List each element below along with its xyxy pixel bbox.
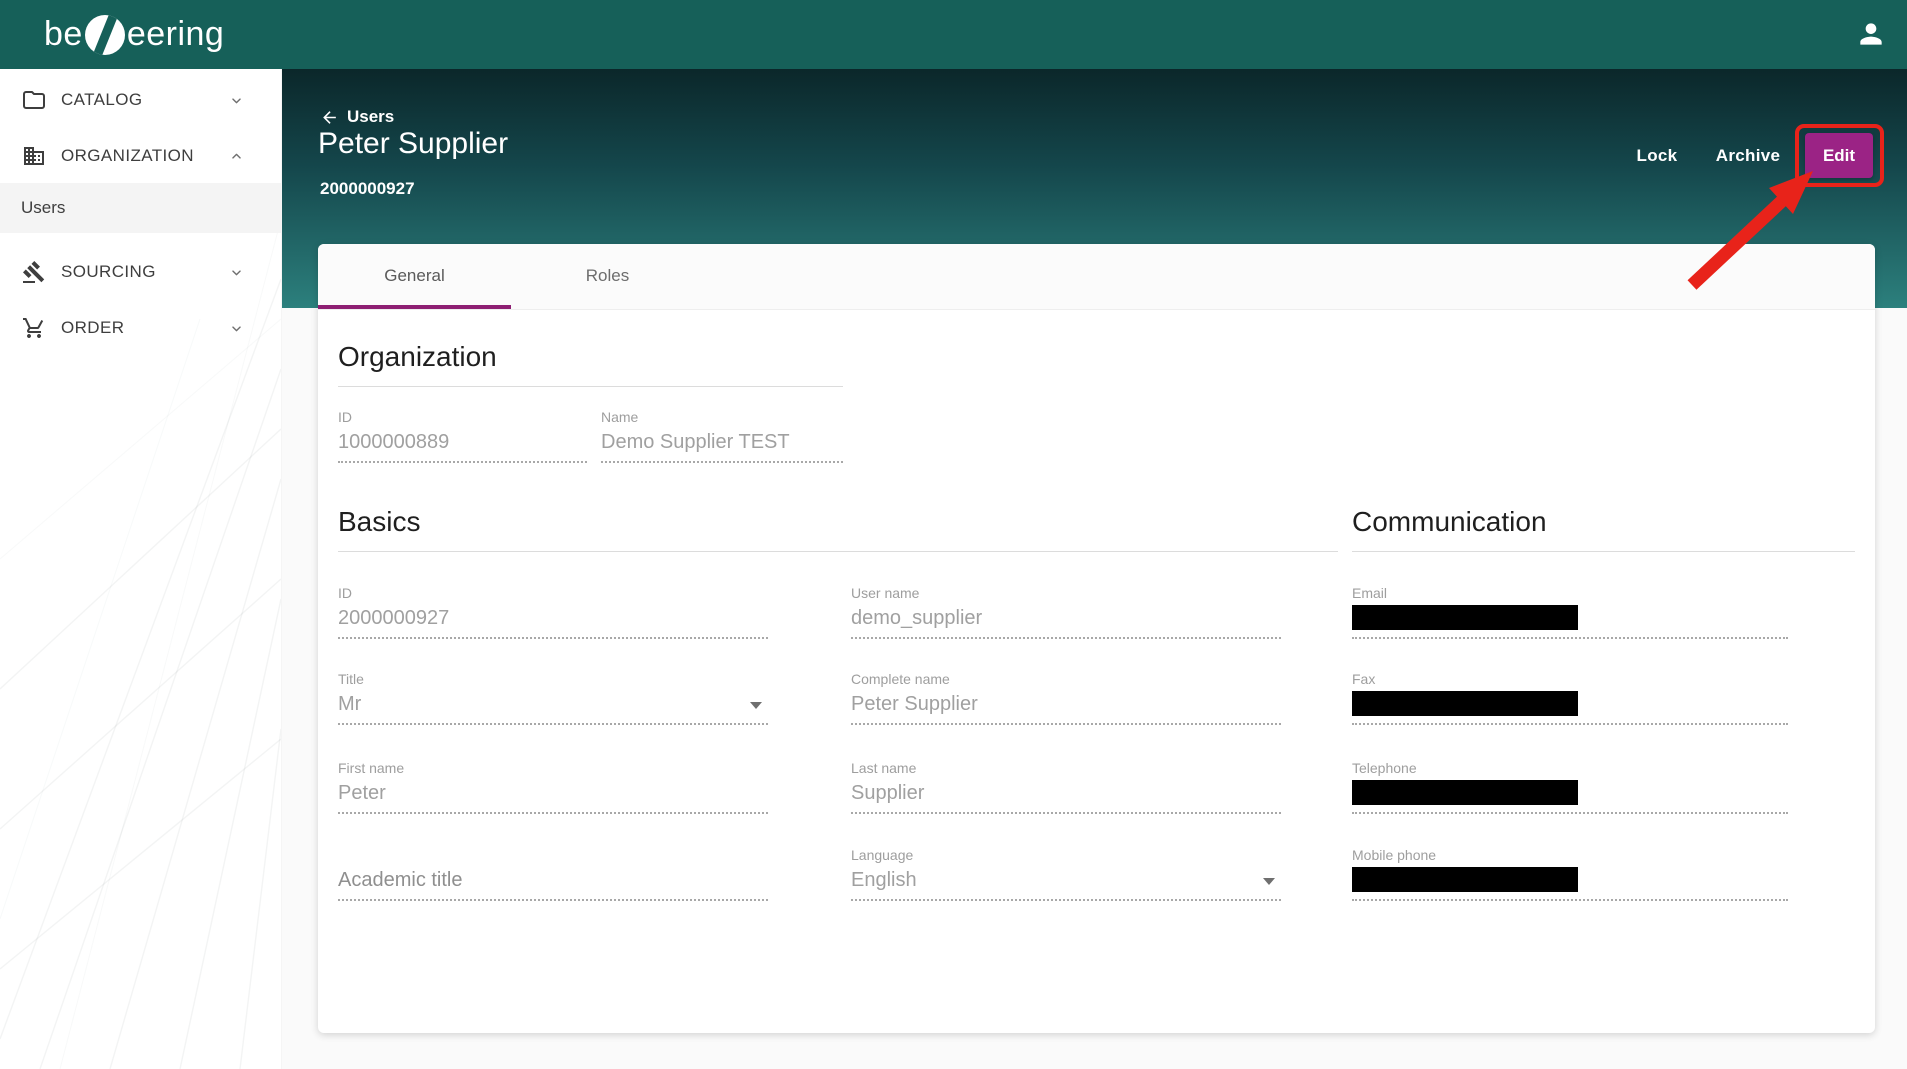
- top-app-bar: be eering: [0, 0, 1907, 69]
- field-value: [1352, 605, 1788, 639]
- user-name-field: User name demo_supplier: [851, 585, 1281, 639]
- dropdown-arrow-icon: [750, 702, 762, 709]
- field-label: Name: [601, 409, 843, 425]
- chevron-down-icon: [228, 264, 245, 281]
- field-placeholder: Academic title: [338, 867, 768, 901]
- app-window: Users Peter Supplier 2000000927 Lock Arc…: [0, 0, 1907, 1069]
- sidebar-subitem-label: Users: [21, 198, 65, 218]
- field-value: Demo Supplier TEST: [601, 429, 843, 463]
- page-title: Peter Supplier: [318, 127, 508, 161]
- redacted-value: [1352, 867, 1578, 892]
- language-select-field: Language English: [851, 847, 1281, 901]
- back-arrow-icon: [320, 108, 339, 127]
- field-label: Telephone: [1352, 760, 1788, 776]
- field-value: [1352, 867, 1788, 901]
- fax-field: Fax: [1352, 671, 1788, 725]
- user-id-subtitle: 2000000927: [320, 179, 415, 199]
- field-label: ID: [338, 409, 587, 425]
- first-name-field: First name Peter: [338, 760, 768, 814]
- field-label: Title: [338, 671, 768, 687]
- field-label: Fax: [1352, 671, 1788, 687]
- field-label: Last name: [851, 760, 1281, 776]
- sidebar-item-order[interactable]: ORDER: [0, 301, 281, 355]
- logo-n-icon: [85, 15, 125, 55]
- field-label: First name: [338, 760, 768, 776]
- telephone-field: Telephone: [1352, 760, 1788, 814]
- chevron-down-icon: [228, 92, 245, 109]
- redacted-value: [1352, 780, 1578, 805]
- section-title-communication: Communication: [1352, 505, 1547, 539]
- chevron-up-icon: [228, 148, 245, 165]
- field-label: Email: [1352, 585, 1788, 601]
- sidebar-item-catalog[interactable]: CATALOG: [0, 73, 281, 127]
- breadcrumb-label: Users: [347, 107, 394, 127]
- sidebar-item-label: CATALOG: [61, 90, 143, 110]
- sidebar-item-label: SOURCING: [61, 262, 156, 282]
- field-label: Mobile phone: [1352, 847, 1788, 863]
- sidebar-item-organization[interactable]: ORGANIZATION: [0, 129, 281, 183]
- section-divider: [338, 551, 1338, 552]
- field-value: Mr: [338, 691, 768, 725]
- field-label: User name: [851, 585, 1281, 601]
- chevron-down-icon: [228, 320, 245, 337]
- email-field: Email: [1352, 585, 1788, 639]
- last-name-field: Last name Supplier: [851, 760, 1281, 814]
- logo-text-prefix: be: [44, 15, 83, 54]
- archive-button[interactable]: Archive: [1701, 136, 1795, 176]
- active-tab-indicator: [318, 305, 511, 309]
- field-label: Complete name: [851, 671, 1281, 687]
- org-name-field: Name Demo Supplier TEST: [601, 409, 843, 463]
- field-label: [338, 847, 768, 863]
- logo-text-suffix: eering: [127, 15, 225, 54]
- field-label: Language: [851, 847, 1281, 863]
- folder-icon: [22, 88, 46, 112]
- account-icon[interactable]: [1855, 18, 1887, 50]
- lock-button[interactable]: Lock: [1621, 136, 1693, 176]
- field-value: Supplier: [851, 780, 1281, 814]
- tab-general[interactable]: General: [318, 244, 511, 308]
- building-icon: [22, 144, 46, 168]
- user-detail-card: General Roles Organization ID 1000000889…: [318, 244, 1875, 1033]
- redacted-value: [1352, 691, 1578, 716]
- field-value: 2000000927: [338, 605, 768, 639]
- section-divider: [338, 386, 843, 387]
- field-label: ID: [338, 585, 768, 601]
- sidebar-item-users[interactable]: Users: [0, 183, 281, 233]
- app-logo[interactable]: be eering: [44, 0, 224, 69]
- field-value: Peter Supplier: [851, 691, 1281, 725]
- field-value: English: [851, 867, 1281, 901]
- complete-name-field: Complete name Peter Supplier: [851, 671, 1281, 725]
- field-value: Peter: [338, 780, 768, 814]
- section-title-organization: Organization: [338, 340, 497, 374]
- sidebar-item-sourcing[interactable]: SOURCING: [0, 245, 281, 299]
- field-value: [1352, 691, 1788, 725]
- tab-roles[interactable]: Roles: [511, 244, 704, 308]
- back-breadcrumb[interactable]: Users: [320, 107, 394, 127]
- academic-title-field: Academic title: [338, 847, 768, 901]
- sidebar-item-label: ORDER: [61, 318, 124, 338]
- tab-bar: General Roles: [318, 244, 1875, 310]
- mobile-phone-field: Mobile phone: [1352, 847, 1788, 901]
- sidebar: CATALOG ORGANIZATION Users SOURCING ORDE…: [0, 69, 282, 1069]
- field-value: 1000000889: [338, 429, 587, 463]
- redacted-value: [1352, 605, 1578, 630]
- edit-button[interactable]: Edit: [1805, 133, 1873, 178]
- cart-icon: [22, 316, 46, 340]
- section-divider: [1352, 551, 1855, 552]
- user-id-field: ID 2000000927: [338, 585, 768, 639]
- field-value: demo_supplier: [851, 605, 1281, 639]
- sidebar-item-label: ORGANIZATION: [61, 146, 194, 166]
- title-select-field: Title Mr: [338, 671, 768, 725]
- gavel-icon: [22, 260, 46, 284]
- section-title-basics: Basics: [338, 505, 420, 539]
- org-id-field: ID 1000000889: [338, 409, 587, 463]
- dropdown-arrow-icon: [1263, 878, 1275, 885]
- field-value: [1352, 780, 1788, 814]
